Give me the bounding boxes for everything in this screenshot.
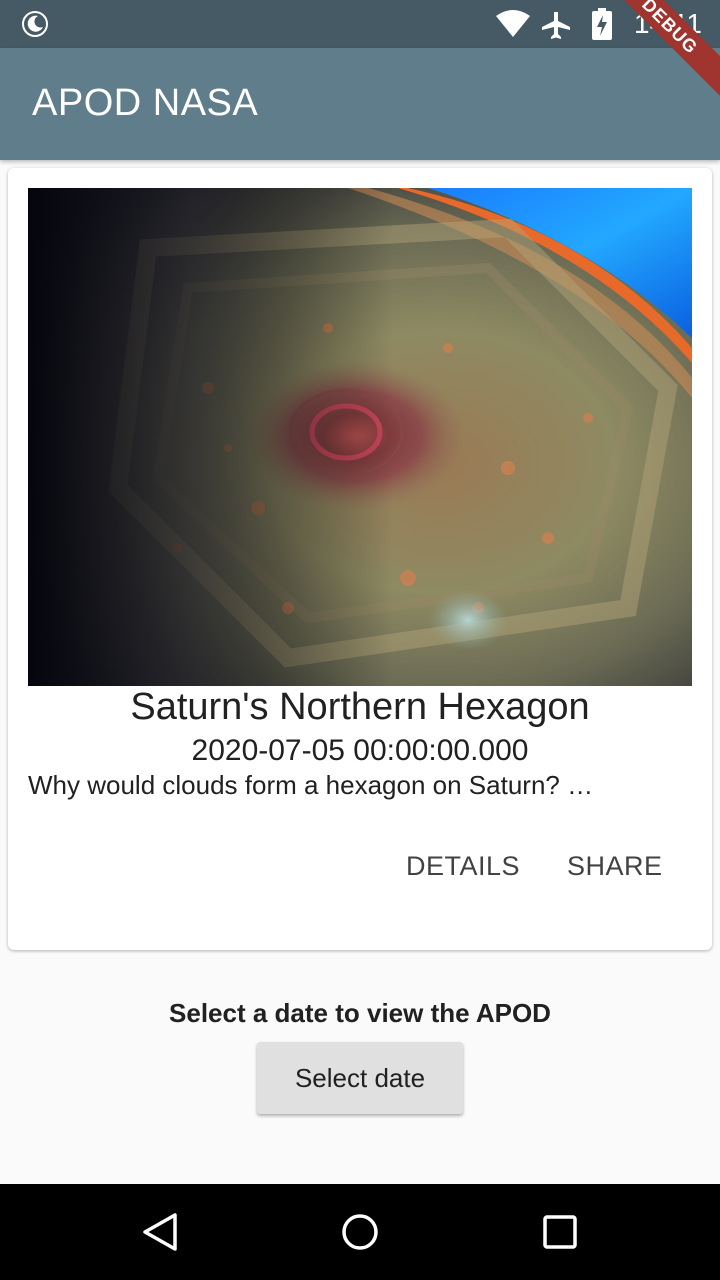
- home-icon[interactable]: [340, 1212, 380, 1252]
- moon-icon: [22, 11, 48, 37]
- back-icon[interactable]: [140, 1212, 180, 1252]
- share-button[interactable]: SHARE: [567, 844, 663, 888]
- apod-date: 2020-07-05 00:00:00.000: [191, 734, 529, 767]
- saturn-hexagon-image: [28, 188, 692, 686]
- date-prompt: Select a date to view the APOD: [169, 998, 551, 1028]
- recents-icon[interactable]: [540, 1212, 580, 1252]
- battery-icon: [592, 8, 612, 40]
- apod-title: Saturn's Northern Hexagon: [130, 686, 590, 728]
- apod-description: Why would clouds form a hexagon on Satur…: [28, 770, 594, 800]
- wifi-icon: [496, 10, 530, 37]
- app-title: APOD NASA: [32, 82, 259, 124]
- select-date-button[interactable]: Select date: [257, 1042, 463, 1114]
- apod-card: Saturn's Northern Hexagon 2020-07-05 00:…: [8, 168, 712, 950]
- airplane-icon: [542, 12, 570, 39]
- status-bar: 14:11: [0, 0, 720, 48]
- details-button[interactable]: DETAILS: [406, 844, 520, 888]
- app-bar: APOD NASA: [0, 48, 720, 160]
